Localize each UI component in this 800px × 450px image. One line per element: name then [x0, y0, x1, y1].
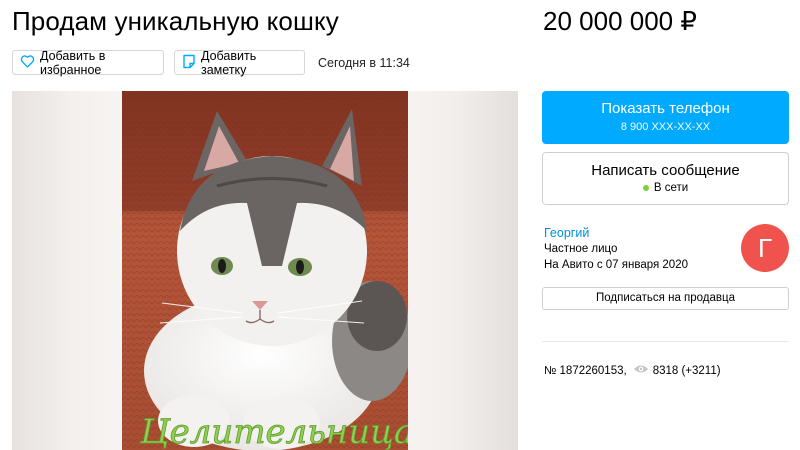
write-message-label: Написать сообщение [591, 162, 740, 179]
seller-type: Частное лицо [544, 243, 618, 255]
online-status: В сети [543, 182, 788, 194]
divider [542, 341, 789, 342]
online-status-text: В сети [653, 182, 689, 194]
views-text: 8318 (+3211) [652, 364, 721, 377]
listing-title: Продам уникальную кошку [12, 6, 339, 36]
listing-price: 20 000 000 ₽ [543, 6, 697, 36]
note-label: Добавить заметку [201, 48, 257, 77]
heart-icon [20, 54, 35, 71]
online-dot-icon [642, 185, 649, 191]
write-message-button[interactable]: Написать сообщение В сети [542, 152, 789, 205]
phone-masked: 8 900 XXX-XX-XX [620, 121, 711, 133]
seller-since: На Авито с 07 января 2020 [544, 259, 688, 271]
views-count: 8318 (+3211) [633, 364, 721, 377]
seller-name-link[interactable]: Георгий [544, 226, 589, 240]
ad-number: № 1872260153, [544, 364, 627, 377]
seller-avatar[interactable]: Г [741, 224, 789, 272]
publish-date: Сегодня в 11:34 [318, 56, 410, 70]
subscribe-seller-button[interactable]: Подписаться на продавца [542, 287, 789, 310]
photo-caption: Целительница [139, 412, 408, 450]
listing-meta: № 1872260153, 8318 (+3211) [544, 364, 721, 377]
note-icon [182, 54, 196, 72]
eye-icon [633, 364, 649, 377]
favorites-label: Добавить в избранное [40, 48, 106, 77]
add-to-favorites-button[interactable]: Добавить в избранное [12, 48, 164, 77]
cat-photo[interactable]: Целительница [122, 91, 408, 450]
add-note-button[interactable]: Добавить заметку [174, 48, 305, 77]
photo-gallery[interactable]: Целительница [12, 91, 518, 450]
show-phone-button[interactable]: Показать телефон 8 900 XXX-XX-XX [542, 91, 789, 144]
show-phone-label: Показать телефон [601, 100, 730, 117]
